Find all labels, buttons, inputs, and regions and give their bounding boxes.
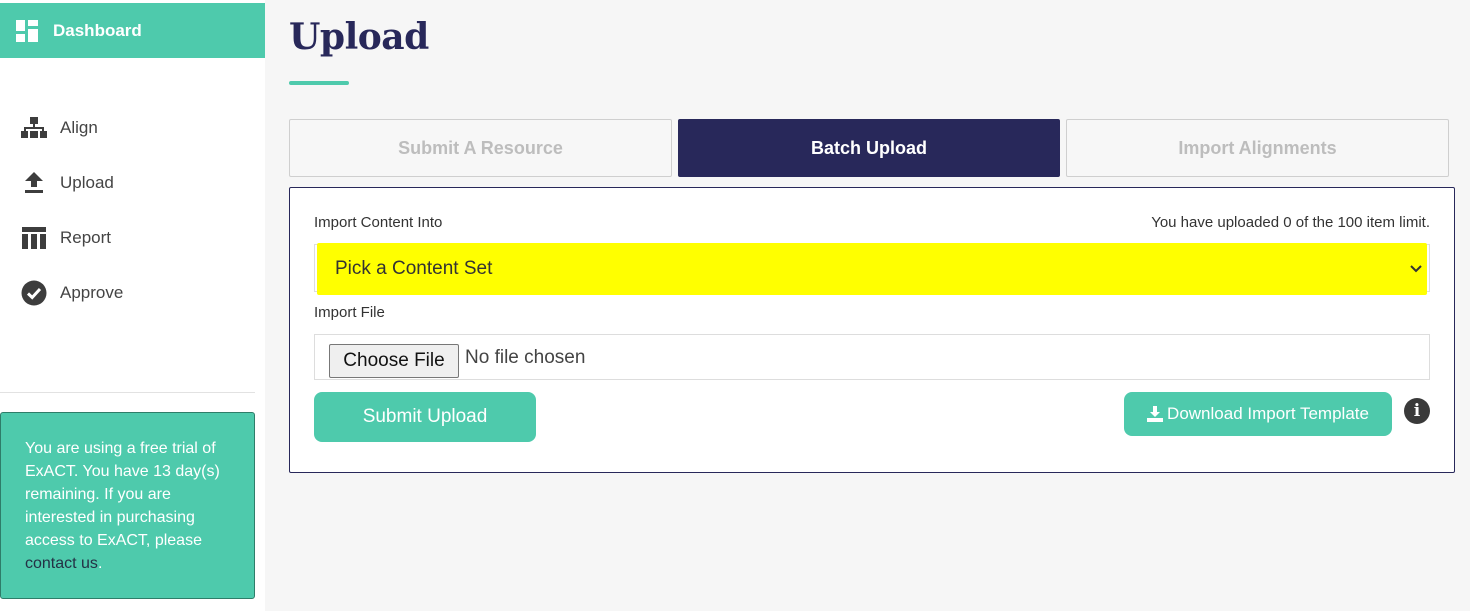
sidebar-item-label: Align <box>60 117 98 137</box>
sidebar-item-label: Approve <box>60 282 124 302</box>
submit-upload-button[interactable]: Submit Upload <box>314 392 536 442</box>
sidebar-item-label: Upload <box>60 172 114 192</box>
upload-icon <box>20 169 47 196</box>
sidebar-nav: Align Upload Report Approve <box>0 100 265 320</box>
check-circle-icon <box>20 279 47 306</box>
upload-limit-text: You have uploaded 0 of the 100 item limi… <box>1151 214 1430 231</box>
sidebar-item-report[interactable]: Report <box>0 210 265 265</box>
tab-batch-upload[interactable]: Batch Upload <box>678 119 1060 177</box>
info-icon[interactable]: i <box>1404 398 1430 424</box>
batch-upload-panel: Import Content Into You have uploaded 0 … <box>289 187 1455 473</box>
sidebar-item-upload[interactable]: Upload <box>0 155 265 210</box>
import-file-label: Import File <box>314 304 385 321</box>
download-label: Download Import Template <box>1167 404 1369 423</box>
tab-submit-a-resource[interactable]: Submit A Resource <box>289 119 672 177</box>
dashboard-icon <box>16 19 38 42</box>
sitemap-icon <box>20 114 47 141</box>
no-file-chosen-text: No file chosen <box>465 347 586 368</box>
sidebar-item-label: Dashboard <box>53 20 142 40</box>
content-set-select[interactable]: Pick a Content Set <box>314 243 1430 295</box>
sidebar-item-align[interactable]: Align <box>0 100 265 155</box>
sidebar-item-dashboard[interactable]: Dashboard <box>0 3 265 58</box>
trial-end: . <box>97 555 103 572</box>
page-title: Upload <box>289 16 429 58</box>
import-content-into-label: Import Content Into <box>314 214 443 231</box>
select-value: Pick a Content Set <box>335 258 493 279</box>
import-file-input: Choose File No file chosen <box>314 334 1430 380</box>
chevron-down-icon <box>1409 261 1423 279</box>
sidebar-item-label: Report <box>60 227 112 247</box>
trial-text: You are using a free trial of ExACT. You… <box>25 440 220 549</box>
download-icon <box>1147 406 1164 422</box>
tab-import-alignments[interactable]: Import Alignments <box>1066 119 1449 177</box>
main-content: Upload Submit A Resource Batch Upload Im… <box>265 0 1470 611</box>
sidebar: Dashboard Align Upload Report Approve Yo… <box>0 0 265 611</box>
choose-file-button[interactable]: Choose File <box>329 344 459 378</box>
tab-bar: Submit A Resource Batch Upload Import Al… <box>289 119 1449 177</box>
title-underline <box>289 81 349 85</box>
contact-us-link[interactable]: contact us <box>25 555 98 572</box>
download-import-template-button[interactable]: Download Import Template <box>1124 392 1392 436</box>
table-icon <box>20 224 47 251</box>
sidebar-item-approve[interactable]: Approve <box>0 265 265 320</box>
sidebar-divider <box>0 392 255 393</box>
trial-notice: You are using a free trial of ExACT. You… <box>0 412 255 599</box>
